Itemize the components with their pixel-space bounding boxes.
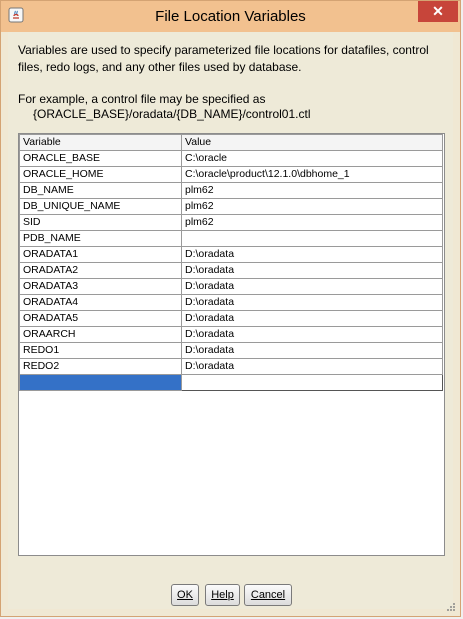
variable-cell[interactable]: SID (19, 214, 182, 231)
table-row[interactable]: ORACLE_HOME C:\oracle\product\12.1.0\dbho… (19, 166, 443, 183)
value-cell[interactable]: D:\oradata (181, 246, 443, 263)
value-cell[interactable] (181, 230, 443, 247)
value-cell[interactable]: D:\oradata (181, 310, 443, 327)
example-line-2: {ORACLE_BASE}/oradata/{DB_NAME}/control0… (33, 107, 311, 121)
variable-cell[interactable]: DB_UNIQUE_NAME (19, 198, 182, 215)
table-row[interactable]: ORADATA2 D:\oradata (19, 262, 443, 279)
table-row[interactable]: REDO1 D:\oradata (19, 342, 443, 359)
table-row[interactable]: ORADATA3 D:\oradata (19, 278, 443, 295)
table-row[interactable]: ORACLE_BASE C:\oracle (19, 150, 443, 167)
dialog-content: Variables are used to specify parameteri… (8, 32, 453, 609)
value-cell[interactable]: plm62 (181, 182, 443, 199)
value-cell[interactable]: D:\oradata (181, 278, 443, 295)
title-bar[interactable]: File Location Variables ✕ (1, 1, 460, 32)
value-cell[interactable]: D:\oradata (181, 294, 443, 311)
value-cell[interactable]: D:\oradata (181, 358, 443, 375)
ok-button[interactable]: OK (171, 584, 199, 606)
column-header-value[interactable]: Value (181, 134, 443, 151)
help-button[interactable]: Help (205, 584, 240, 606)
table-row[interactable]: ORADATA5 D:\oradata (19, 310, 443, 327)
table-row[interactable]: DB_NAME plm62 (19, 182, 443, 199)
variable-cell[interactable] (19, 374, 182, 391)
table-row[interactable]: PDB_NAME (19, 230, 443, 247)
table-row[interactable]: ORADATA1 D:\oradata (19, 246, 443, 263)
variable-cell[interactable]: ORADATA1 (19, 246, 182, 263)
window-title: File Location Variables (155, 8, 306, 25)
variable-cell[interactable]: ORAARCH (19, 326, 182, 343)
value-cell[interactable]: plm62 (181, 198, 443, 215)
variable-cell[interactable]: ORACLE_HOME (19, 166, 182, 183)
variable-cell[interactable]: PDB_NAME (19, 230, 182, 247)
variable-cell[interactable]: REDO1 (19, 342, 182, 359)
table-row[interactable]: ORAARCH D:\oradata (19, 326, 443, 343)
variable-cell[interactable]: ORACLE_BASE (19, 150, 182, 167)
value-cell[interactable]: D:\oradata (181, 342, 443, 359)
table-header-row: Variable Value (19, 134, 443, 151)
dialog-window: File Location Variables ✕ Variables are … (0, 0, 461, 617)
value-cell[interactable]: D:\oradata (181, 326, 443, 343)
column-header-variable[interactable]: Variable (19, 134, 182, 151)
table-row[interactable]: DB_UNIQUE_NAME plm62 (19, 198, 443, 215)
value-cell[interactable]: plm62 (181, 214, 443, 231)
example-text: For example, a control file may be speci… (18, 92, 448, 122)
value-cell[interactable] (181, 374, 443, 391)
value-cell[interactable]: C:\oracle (181, 150, 443, 167)
variable-cell[interactable]: ORADATA4 (19, 294, 182, 311)
close-button[interactable]: ✕ (418, 1, 458, 22)
variable-cell[interactable]: DB_NAME (19, 182, 182, 199)
variable-cell[interactable]: REDO2 (19, 358, 182, 375)
table-row[interactable]: ORADATA4 D:\oradata (19, 294, 443, 311)
table-row[interactable]: SID plm62 (19, 214, 443, 231)
example-line-1: For example, a control file may be speci… (18, 92, 266, 106)
variable-cell[interactable]: ORADATA2 (19, 262, 182, 279)
variables-table[interactable]: Variable Value ORACLE_BASE C:\oracle ORAC… (18, 133, 445, 556)
selected-empty-row[interactable] (19, 374, 443, 391)
cancel-button[interactable]: Cancel (244, 584, 292, 606)
table-row[interactable]: REDO2 D:\oradata (19, 358, 443, 375)
button-bar: OK Help Cancel (8, 584, 453, 606)
description-text: Variables are used to specify parameteri… (18, 43, 429, 74)
resize-grip-icon[interactable] (446, 602, 456, 612)
variable-cell[interactable]: ORADATA3 (19, 278, 182, 295)
value-cell[interactable]: D:\oradata (181, 262, 443, 279)
value-cell[interactable]: C:\oracle\product\12.1.0\dbhome_1 (181, 166, 443, 183)
variable-cell[interactable]: ORADATA5 (19, 310, 182, 327)
